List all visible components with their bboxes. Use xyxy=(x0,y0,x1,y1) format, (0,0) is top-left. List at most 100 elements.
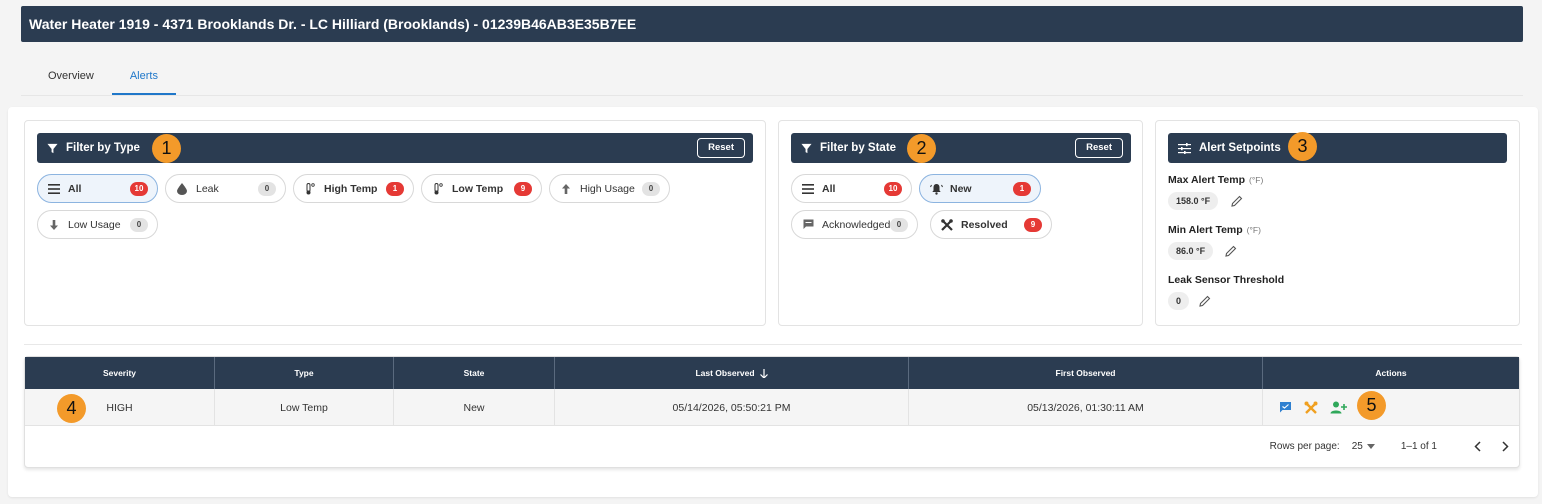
cell-type: Low Temp xyxy=(215,389,394,426)
alerts-panel: Filter by Type Reset All 10 Leak 0 High … xyxy=(8,107,1538,497)
thermometer-icon xyxy=(431,182,445,196)
count-badge: 0 xyxy=(642,182,660,196)
column-header-severity[interactable]: Severity xyxy=(25,357,215,389)
acknowledge-comment-icon[interactable] xyxy=(1279,401,1292,414)
next-page-button[interactable] xyxy=(1491,440,1519,452)
page-title: Water Heater 1919 - 4371 Brooklands Dr. … xyxy=(21,6,1523,42)
chip-label: Resolved xyxy=(961,218,1008,231)
callout-marker: 1 xyxy=(152,134,181,163)
cell-severity: HIGH xyxy=(25,389,215,426)
filter-icon xyxy=(801,143,812,153)
pencil-icon[interactable] xyxy=(1199,295,1211,307)
setpoint-label: Max Alert Temp xyxy=(1168,174,1246,186)
chip-label: Acknowledged xyxy=(822,218,891,231)
previous-page-button[interactable] xyxy=(1463,440,1491,452)
callout-marker: 5 xyxy=(1357,391,1386,420)
setpoints-card: Alert Setpoints Max Alert Temp (°F) 158.0… xyxy=(1155,120,1520,326)
setpoints-title: Alert Setpoints xyxy=(1199,142,1281,154)
column-header-label: Last Observed xyxy=(695,368,755,378)
chip-label: All xyxy=(68,182,82,195)
alerts-table: Severity Type State Last Observed First … xyxy=(24,356,1520,468)
chevron-left-icon xyxy=(1473,440,1481,452)
filter-state-card: Filter by State Reset All 10 New 1 Ackno… xyxy=(778,120,1143,326)
setpoints-header: Alert Setpoints xyxy=(1168,133,1507,163)
count-badge: 9 xyxy=(1024,218,1042,232)
cell-last-observed: 05/14/2026, 05:50:21 PM xyxy=(555,389,909,426)
tab-divider xyxy=(21,95,1523,96)
count-badge: 9 xyxy=(514,182,532,196)
resolve-tools-icon[interactable] xyxy=(1304,401,1318,415)
column-header-state[interactable]: State xyxy=(394,357,555,389)
filter-icon xyxy=(47,143,58,153)
chip-label: New xyxy=(950,182,972,195)
state-chip-new[interactable]: New 1 xyxy=(919,174,1041,203)
chip-label: High Temp xyxy=(324,182,378,195)
setpoint-label: Min Alert Temp xyxy=(1168,224,1243,236)
callout-marker: 2 xyxy=(907,134,936,163)
section-divider xyxy=(24,344,1522,345)
count-badge: 0 xyxy=(890,218,908,232)
callout-marker: 3 xyxy=(1288,132,1317,161)
filter-type-card: Filter by Type Reset All 10 Leak 0 High … xyxy=(24,120,766,326)
sliders-icon xyxy=(1178,142,1191,154)
type-chip-all[interactable]: All 10 xyxy=(37,174,158,203)
type-chip-high-usage[interactable]: High Usage 0 xyxy=(549,174,670,203)
count-badge: 1 xyxy=(1013,182,1031,196)
pagination: Rows per page: 25 1–1 of 1 xyxy=(1270,435,1519,457)
setpoint-unit: (°F) xyxy=(1249,175,1264,185)
leak-threshold-value: 0 xyxy=(1168,292,1190,310)
filter-type-title: Filter by Type xyxy=(66,142,140,154)
filter-type-reset-button[interactable]: Reset xyxy=(697,138,745,158)
setpoint-unit: (°F) xyxy=(1246,225,1261,235)
comment-icon xyxy=(801,218,815,232)
rows-per-page-value: 25 xyxy=(1351,440,1363,452)
count-badge: 0 xyxy=(258,182,276,196)
type-chip-low-temp[interactable]: Low Temp 9 xyxy=(421,174,542,203)
chip-label: Low Usage xyxy=(68,218,121,231)
count-badge: 0 xyxy=(130,218,148,232)
count-badge: 10 xyxy=(884,182,902,196)
column-header-type[interactable]: Type xyxy=(215,357,394,389)
tools-icon xyxy=(940,218,954,232)
state-chip-resolved[interactable]: Resolved 9 xyxy=(930,210,1052,239)
thermometer-icon xyxy=(303,182,317,196)
pencil-icon[interactable] xyxy=(1225,245,1237,257)
pencil-icon[interactable] xyxy=(1231,195,1243,207)
type-chip-low-usage[interactable]: Low Usage 0 xyxy=(37,210,158,239)
table-row[interactable]: HIGH Low Temp New 05/14/2026, 05:50:21 P… xyxy=(25,389,1519,426)
tab-alerts[interactable]: Alerts xyxy=(111,62,176,95)
list-icon xyxy=(47,182,61,196)
caret-down-icon xyxy=(1366,443,1375,449)
count-badge: 1 xyxy=(386,182,404,196)
max-alert-temp-label: Max Alert Temp (°F) xyxy=(1168,174,1263,186)
type-chip-high-temp[interactable]: High Temp 1 xyxy=(293,174,414,203)
rows-per-page-select[interactable]: 25 xyxy=(1352,441,1375,452)
min-alert-temp-label: Min Alert Temp (°F) xyxy=(1168,224,1261,236)
column-header-last-observed[interactable]: Last Observed xyxy=(555,357,909,389)
bell-alert-icon xyxy=(929,182,943,196)
filter-state-title: Filter by State xyxy=(820,142,897,154)
setpoint-label: Leak Sensor Threshold xyxy=(1168,274,1285,286)
state-chip-acknowledged[interactable]: Acknowledged 0 xyxy=(791,210,918,239)
callout-marker: 4 xyxy=(57,394,86,423)
type-chip-leak[interactable]: Leak 0 xyxy=(165,174,286,203)
chip-label: Low Temp xyxy=(452,182,504,195)
assign-user-add-icon[interactable] xyxy=(1330,401,1347,414)
tab-overview[interactable]: Overview xyxy=(30,62,112,95)
min-alert-temp-value: 86.0 °F xyxy=(1168,242,1214,260)
filter-state-reset-button[interactable]: Reset xyxy=(1075,138,1123,158)
max-alert-temp-value: 158.0 °F xyxy=(1168,192,1219,210)
state-chip-all[interactable]: All 10 xyxy=(791,174,912,203)
rows-per-page-label: Rows per page: xyxy=(1269,440,1340,452)
droplet-icon xyxy=(175,182,189,196)
column-header-first-observed[interactable]: First Observed xyxy=(909,357,1263,389)
filter-type-header: Filter by Type Reset xyxy=(37,133,753,163)
tab-bar: Overview Alerts xyxy=(30,62,176,96)
page-range: 1–1 of 1 xyxy=(1400,440,1437,452)
filter-state-header: Filter by State Reset xyxy=(791,133,1131,163)
cell-first-observed: 05/13/2026, 01:30:11 AM xyxy=(909,389,1263,426)
chip-label: All xyxy=(822,182,836,195)
cell-state: New xyxy=(394,389,555,426)
table-header: Severity Type State Last Observed First … xyxy=(25,357,1519,389)
column-header-actions: Actions xyxy=(1375,368,1407,378)
